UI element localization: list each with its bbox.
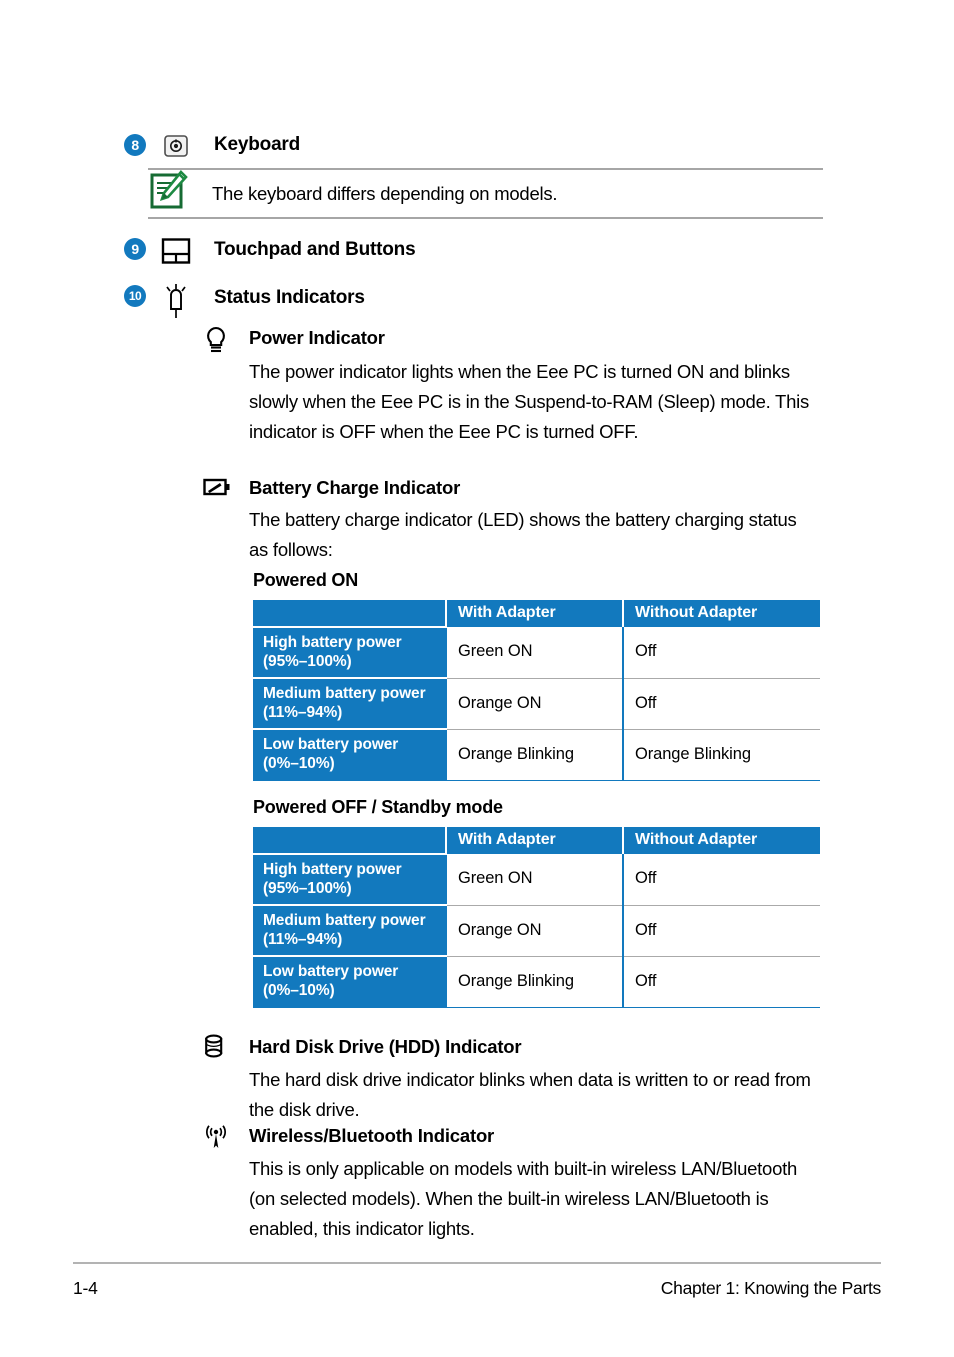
wireless-indicator-title: Wireless/Bluetooth Indicator [249, 1125, 495, 1146]
row-label-line1: High battery power [263, 861, 402, 878]
row-label-line1: High battery power [263, 634, 402, 651]
row-label-line2: (0%–10%) [263, 982, 335, 999]
item-number-badge: 9 [124, 238, 146, 260]
battery-indicator-body: The battery charge indicator (LED) shows… [249, 509, 797, 560]
row-label-high-battery: High battery power (95%–100%) [253, 854, 446, 906]
cell-without-adapter: Orange Blinking [622, 729, 820, 780]
battery-indicator-icon-wrap [203, 476, 231, 503]
cell-with-adapter: Orange ON [445, 678, 623, 730]
wireless-indicator-icon-wrap [203, 1124, 229, 1155]
row-label-line1: Low battery power [263, 736, 399, 753]
row-label-line2: (0%–10%) [263, 755, 335, 772]
table-row: High battery power (95%–100%) Green ON O… [253, 854, 820, 906]
hard-disk-icon [205, 1034, 223, 1058]
cell-with-adapter: Orange ON [445, 905, 623, 957]
row-label-high-battery: High battery power (95%–100%) [253, 627, 446, 679]
note-rule-bottom [148, 217, 823, 219]
table-row: High battery power (95%–100%) Green ON O… [253, 627, 820, 679]
footer-chapter-title: Chapter 1: Knowing the Parts [660, 1278, 882, 1298]
battery-status-table-powered-off: With Adapter Without Adapter High batter… [253, 827, 820, 1008]
row-label-line2: (11%–94%) [263, 931, 343, 948]
power-indicator-icon-wrap [203, 326, 229, 361]
row-label-low-battery: Low battery power (0%–10%) [253, 956, 446, 1008]
power-indicator-body: The power indicator lights when the Eee … [249, 361, 810, 442]
cell-without-adapter: Off [622, 678, 820, 730]
hdd-indicator-icon-wrap [204, 1034, 226, 1065]
item-number-badge: 10 [124, 285, 146, 307]
list-item-touchpad: 9 Touchpad and Buttons [124, 238, 416, 264]
column-header-with-adapter: With Adapter [445, 600, 623, 627]
cell-with-adapter: Orange Blinking [445, 956, 623, 1007]
cell-with-adapter: Green ON [445, 854, 623, 906]
table-row: Medium battery power (11%–94%) Orange ON… [253, 905, 820, 957]
row-label-line2: (95%–100%) [263, 653, 352, 670]
item-label-touchpad: Touchpad and Buttons [214, 239, 416, 260]
cell-without-adapter: Off [622, 854, 820, 906]
row-label-medium-battery: Medium battery power (11%–94%) [253, 678, 446, 730]
note-text: The keyboard differs depending on models… [212, 182, 558, 204]
table-header-row: With Adapter Without Adapter [253, 827, 820, 855]
keyboard-key-icon [156, 134, 196, 158]
document-page: 8 Keyboard The keyboard differs dependin… [0, 0, 954, 1357]
item-number-badge: 8 [124, 134, 146, 156]
table-row: Low battery power (0%–10%) Orange Blinki… [253, 729, 820, 781]
footer-rule [73, 1262, 881, 1264]
cell-without-adapter: Off [622, 956, 820, 1007]
wireless-antenna-icon [206, 1125, 226, 1148]
table-row: Medium battery power (11%–94%) Orange ON… [253, 678, 820, 730]
cell-without-adapter: Off [622, 627, 820, 679]
light-bulb-icon [207, 326, 225, 353]
cell-without-adapter: Off [622, 905, 820, 957]
hdd-indicator-body: The hard disk drive indicator blinks whe… [249, 1069, 811, 1120]
battery-status-table-powered-on: With Adapter Without Adapter High batter… [253, 600, 820, 781]
cell-with-adapter: Green ON [445, 627, 623, 679]
row-label-line1: Medium battery power [263, 685, 426, 702]
led-lamp-icon [156, 281, 196, 319]
row-label-medium-battery: Medium battery power (11%–94%) [253, 905, 446, 957]
table-header-row: With Adapter Without Adapter [253, 600, 820, 628]
table-corner-cell [253, 600, 446, 628]
row-label-line2: (11%–94%) [263, 704, 343, 721]
table-corner-cell [253, 827, 446, 855]
battery-indicator-title: Battery Charge Indicator [249, 477, 461, 498]
row-label-line1: Low battery power [263, 963, 399, 980]
item-label-keyboard: Keyboard [214, 134, 301, 155]
note-pencil-icon [148, 170, 194, 217]
column-header-without-adapter: Without Adapter [622, 827, 820, 854]
row-label-line1: Medium battery power [263, 912, 426, 929]
wireless-indicator-body: This is only applicable on models with b… [249, 1158, 798, 1239]
footer-page-number: 1-4 [73, 1278, 98, 1298]
battery-charge-icon [203, 478, 230, 496]
list-item-status-indicators: 10 Status Indicators [124, 284, 365, 319]
cell-with-adapter: Orange Blinking [445, 729, 623, 780]
column-header-without-adapter: Without Adapter [622, 600, 820, 627]
list-item-keyboard: 8 Keyboard [124, 134, 300, 158]
row-label-low-battery: Low battery power (0%–10%) [253, 729, 446, 781]
touchpad-icon [156, 238, 196, 264]
table-row: Low battery power (0%–10%) Orange Blinki… [253, 956, 820, 1008]
hdd-indicator-title: Hard Disk Drive (HDD) Indicator [249, 1036, 522, 1057]
power-indicator-title: Power Indicator [249, 327, 385, 348]
column-header-with-adapter: With Adapter [445, 827, 623, 854]
note-box: The keyboard differs depending on models… [148, 168, 823, 219]
table-title-powered-off: Powered OFF / Standby mode [253, 797, 503, 817]
row-label-line2: (95%–100%) [263, 880, 352, 897]
item-label-status-indicators: Status Indicators [214, 287, 365, 308]
table-title-powered-on: Powered ON [253, 570, 359, 590]
